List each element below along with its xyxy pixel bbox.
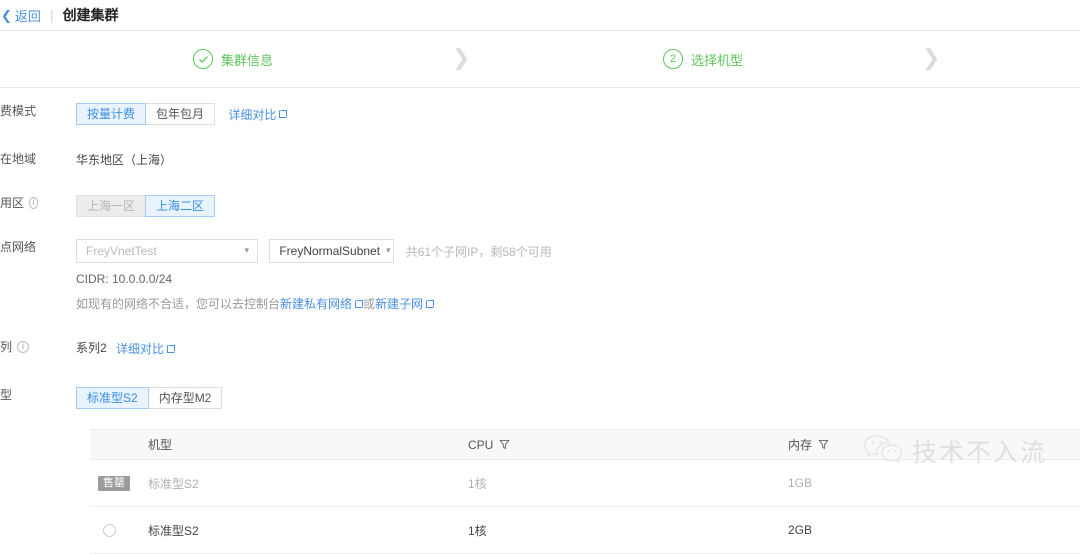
billing-mode-content: 按量计费 包年包月 详细对比: [76, 102, 288, 125]
chevron-down-icon: ▾: [244, 245, 249, 256]
row-cpu: 1核: [468, 476, 487, 491]
billing-mode-label: 计费模式: [0, 104, 37, 118]
page-title: 创建集群: [62, 7, 119, 23]
row-radio-button[interactable]: [103, 523, 116, 537]
back-button-label: 返回: [14, 8, 41, 24]
chevron-down-icon: ▾: [386, 245, 391, 256]
zone-segmented: 上海一区 上海二区: [76, 195, 216, 217]
row-model: 标准型S2: [148, 523, 199, 538]
billing-compare-link[interactable]: 详细对比: [228, 106, 288, 123]
create-vpc-link[interactable]: 新建私有网络: [280, 297, 352, 311]
chevron-left-icon: ❮: [1, 7, 12, 23]
zone-label-wrap: 可用区 i: [0, 194, 38, 211]
row-model: 标准型S2: [148, 476, 199, 491]
row-node-network: 节点网络 i FreyVnetTest ▾ FreyNormalSubnet ▾…: [0, 238, 1080, 312]
row-series: 系列 i 系列2 详细对比: [0, 338, 1080, 364]
series-label: 系列: [0, 340, 13, 354]
step-cluster-info-label: 集群信息: [221, 52, 274, 68]
network-note-prefix: 如现有的网络不合适，您可以去控制台: [76, 297, 281, 311]
zone-option-shanghai-2[interactable]: 上海二区: [145, 195, 216, 217]
table-header-cpu: CPU: [468, 437, 494, 452]
row-region: 所在地域 华东地区（上海）: [0, 150, 1080, 176]
zone-option-shanghai-1: 上海一区: [76, 195, 147, 217]
subnet-select[interactable]: FreyNormalSubnet ▾: [269, 239, 395, 263]
table-header-model: 机型: [148, 438, 173, 452]
region-value: 华东地区（上海）: [76, 153, 173, 167]
external-link-icon: [355, 300, 364, 308]
model-label: 机型: [0, 388, 13, 402]
instance-type-table: 机型 CPU 内存 售罄 标准型S2 1核 1GB 标准型S2 1核 2GB: [90, 429, 1080, 554]
model-label-wrap: 机型: [0, 386, 38, 403]
external-link-icon: [279, 110, 288, 118]
model-option-standard-s2[interactable]: 标准型S2: [76, 387, 149, 409]
table-header-row: 机型 CPU 内存: [90, 430, 1080, 460]
series-label-wrap: 系列 i: [0, 338, 38, 355]
table-header-memory-wrap: 内存: [788, 436, 1080, 453]
region-content: 华东地区（上海）: [76, 150, 172, 168]
row-cpu: 1核: [468, 523, 487, 538]
sold-out-badge: 售罄: [98, 475, 130, 491]
create-subnet-link[interactable]: 新建子网: [375, 297, 423, 311]
top-header-bar: ❮ 返回 | 创建集群: [0, 0, 1080, 31]
filter-icon[interactable]: [499, 439, 510, 450]
billing-mode-label-wrap: 计费模式 i: [0, 102, 38, 119]
step-indicator: 集群信息 ❯ 2 选择机型 ❯: [0, 31, 1080, 88]
subnet-select-value: FreyNormalSubnet: [279, 244, 381, 258]
header-divider: |: [49, 7, 54, 23]
billing-option-subscription[interactable]: 包年包月: [145, 103, 216, 125]
table-header-memory: 内存: [788, 438, 813, 452]
back-button[interactable]: ❮ 返回: [1, 6, 41, 25]
zone-label: 可用区: [0, 196, 25, 210]
network-content: FreyVnetTest ▾ FreyNormalSubnet ▾ 共61个子网…: [76, 238, 552, 312]
billing-option-pay-as-you-go[interactable]: 按量计费: [76, 103, 147, 125]
billing-mode-segmented: 按量计费 包年包月: [76, 103, 216, 125]
cidr-text: CIDR: 10.0.0.0/24: [76, 272, 173, 286]
table-header-cpu-wrap: CPU: [468, 438, 788, 452]
table-row[interactable]: 标准型S2 1核 2GB: [90, 507, 1080, 554]
row-select-cell: [90, 523, 148, 537]
series-value: 系列2: [76, 341, 107, 355]
model-content: 标准型S2 内存型M2: [76, 386, 223, 409]
network-label-wrap: 节点网络 i: [0, 238, 38, 255]
row-select-cell: 售罄: [90, 475, 148, 491]
step-arrow-icon-2: ❯: [922, 46, 941, 71]
subnet-ip-hint: 共61个子网IP，剩58个可用: [405, 244, 552, 259]
step-arrow-icon-1: ❯: [452, 46, 471, 71]
network-note: 如现有的网络不合适，您可以去控制台新建私有网络 或新建子网: [76, 295, 552, 312]
network-note-middle: 或: [363, 297, 376, 311]
vpc-select-value: FreyVnetTest: [86, 244, 157, 258]
model-option-memory-m2[interactable]: 内存型M2: [147, 387, 223, 409]
filter-icon[interactable]: [818, 439, 829, 450]
table-row: 售罄 标准型S2 1核 1GB: [90, 460, 1080, 507]
row-availability-zone: 可用区 i 上海一区 上海二区: [0, 194, 1080, 220]
series-content: 系列2 详细对比: [76, 338, 176, 357]
row-memory: 2GB: [788, 523, 813, 537]
row-model-type: 机型 标准型S2 内存型M2: [0, 386, 1080, 412]
zone-content: 上海一区 上海二区: [76, 194, 216, 217]
external-link-icon: [426, 300, 435, 308]
step-cluster-info[interactable]: 集群信息: [193, 49, 273, 69]
model-segmented: 标准型S2 内存型M2: [76, 387, 223, 409]
region-label: 所在地域: [0, 152, 37, 166]
check-circle-icon: [193, 49, 213, 69]
series-compare-link-label: 详细对比: [116, 342, 165, 357]
step-select-model[interactable]: 2 选择机型: [663, 49, 743, 69]
series-compare-link[interactable]: 详细对比: [116, 340, 176, 357]
billing-compare-link-label: 详细对比: [228, 107, 277, 122]
network-label: 节点网络: [0, 240, 37, 254]
create-cluster-form: 计费模式 i 按量计费 包年包月 详细对比 所在地域 华东地区（上海） 可用区 …: [0, 88, 1080, 554]
vpc-select[interactable]: FreyVnetTest ▾: [76, 239, 258, 263]
row-memory: 1GB: [788, 476, 813, 490]
step-select-model-label: 选择机型: [691, 52, 744, 68]
row-billing-mode: 计费模式 i 按量计费 包年包月 详细对比: [0, 102, 1080, 128]
info-icon[interactable]: i: [29, 196, 38, 209]
external-link-icon: [167, 344, 176, 353]
network-selects: FreyVnetTest ▾ FreyNormalSubnet ▾ 共61个子网…: [76, 239, 552, 263]
region-label-wrap: 所在地域: [0, 150, 38, 167]
step-number-badge: 2: [663, 49, 683, 69]
info-icon[interactable]: i: [17, 340, 30, 353]
